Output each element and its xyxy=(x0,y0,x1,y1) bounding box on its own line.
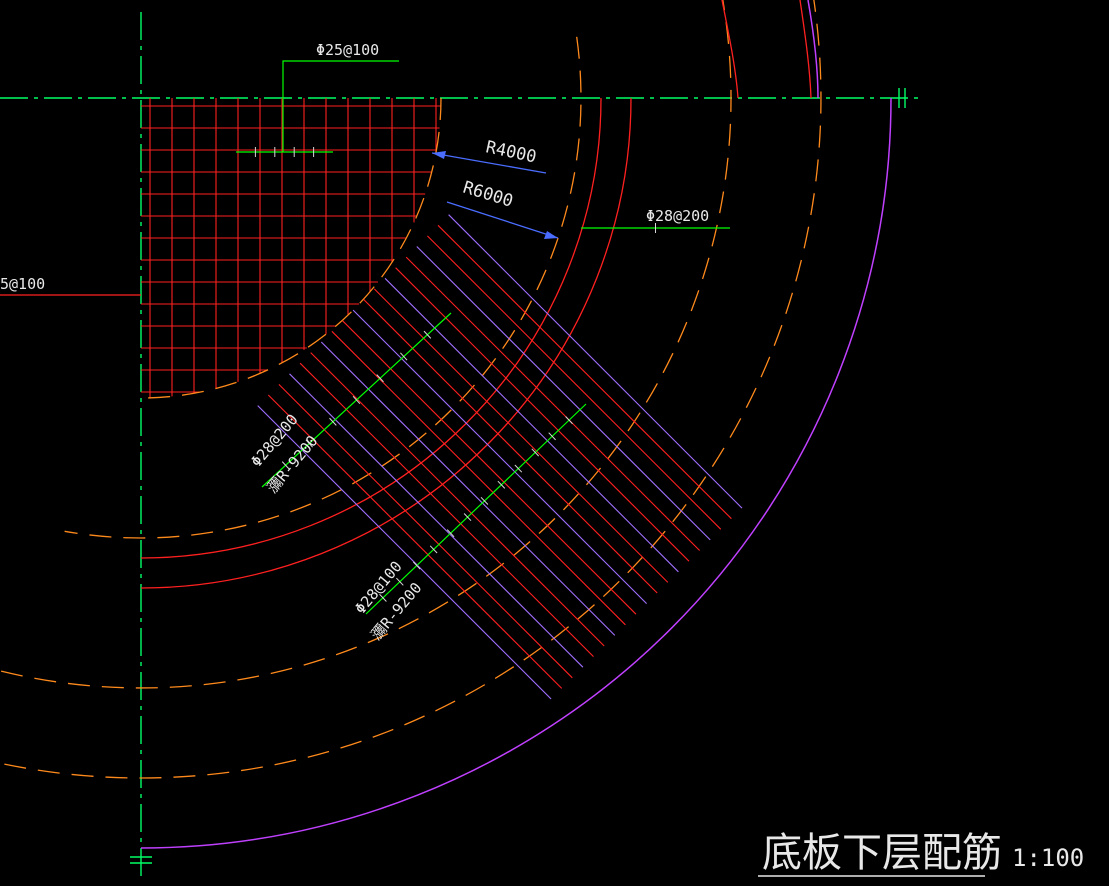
leader-lines xyxy=(0,60,730,615)
r6000-label: R6000 xyxy=(461,178,516,212)
ring-bar-label: Φ28@200 xyxy=(646,207,709,225)
radial-rebar xyxy=(289,373,584,668)
left-mesh-label: 5@100 xyxy=(0,275,45,293)
radial-rebar xyxy=(363,299,658,594)
cad-drawing-canvas: Φ25@100 5@100 R4000 R6000 Φ28@200 Φ28@20… xyxy=(0,0,1084,880)
dashed-arc xyxy=(64,36,582,539)
radial-rebar xyxy=(395,267,690,562)
radial-rebar xyxy=(405,256,700,551)
outer-slab-boundary xyxy=(807,0,819,99)
r6000-arrowhead xyxy=(544,231,558,239)
radial-rebar xyxy=(427,235,722,530)
ring-rebar-arcs xyxy=(140,0,812,589)
radial-rebar xyxy=(352,309,647,604)
radial-rebar xyxy=(373,288,669,583)
centerlines xyxy=(0,12,918,880)
radial-rebars xyxy=(257,214,743,700)
drawing-title: 底板下层配筋 xyxy=(762,830,1002,876)
top-mesh-label: Φ25@100 xyxy=(316,41,379,59)
annotations: Φ25@100 5@100 R4000 R6000 Φ28@200 Φ28@20… xyxy=(0,41,709,644)
ring-rebar-arc xyxy=(799,0,812,99)
ring-rebar-arc xyxy=(721,0,739,99)
radial-100-leader xyxy=(365,403,587,615)
radial-rebar xyxy=(416,246,711,541)
title-block: 底板下层配筋 1:100 xyxy=(758,830,1084,877)
radial-rebar xyxy=(299,362,594,657)
slab-outline xyxy=(140,0,892,849)
drawing-scale: 1:100 xyxy=(1012,844,1084,872)
r4000-arrowhead xyxy=(432,151,446,159)
radial-rebar xyxy=(384,277,679,573)
leader-ticks xyxy=(254,147,656,602)
radial-rebar xyxy=(437,224,732,520)
radial-rebar xyxy=(278,384,573,679)
